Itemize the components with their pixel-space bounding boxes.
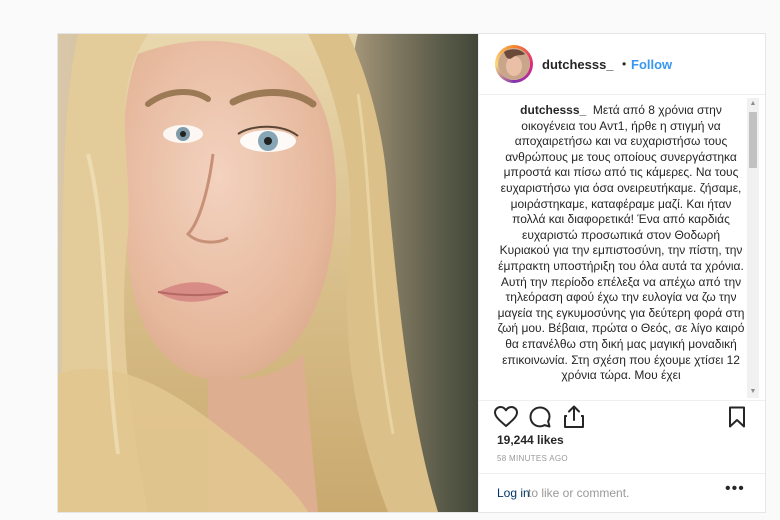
actions-divider	[479, 400, 765, 402]
scroll-up-arrow-icon[interactable]: ▲	[747, 98, 759, 110]
post-header: dutchesss_ • Follow	[479, 34, 765, 95]
share-icon[interactable]	[563, 405, 585, 429]
scrollbar-thumb[interactable]	[749, 112, 757, 168]
login-prompt-text: to like or comment.	[528, 486, 630, 500]
caption: dutchesss_ Μετά από 8 χρόνια στην οικογέ…	[496, 103, 746, 384]
header-username[interactable]: dutchesss_	[542, 57, 614, 72]
more-options-icon[interactable]: •••	[725, 480, 745, 498]
login-link[interactable]: Log in	[497, 486, 530, 500]
comment-icon[interactable]	[529, 406, 551, 428]
post-timestamp[interactable]: 58 MINUTES AGO	[497, 454, 568, 463]
avatar[interactable]	[495, 45, 533, 83]
likes-count[interactable]: 19,244 likes	[497, 433, 564, 447]
scroll-down-arrow-icon[interactable]: ▼	[747, 386, 759, 398]
post-sidebar: dutchesss_ • Follow dutchesss_ Μετά από …	[478, 34, 765, 512]
login-row: Log in to like or comment. •••	[479, 473, 765, 512]
bookmark-icon[interactable]	[728, 406, 746, 428]
separator-dot: •	[622, 57, 627, 71]
heart-icon[interactable]	[494, 406, 518, 428]
caption-text: Μετά από 8 χρόνια στην οικογένεια του Αν…	[497, 103, 745, 383]
follow-button[interactable]: Follow	[631, 57, 672, 72]
caption-username[interactable]: dutchesss_	[520, 103, 586, 117]
portrait-image	[58, 34, 478, 512]
instagram-post: dutchesss_ • Follow dutchesss_ Μετά από …	[57, 33, 766, 513]
caption-scrollbar[interactable]: ▲ ▼	[747, 98, 759, 398]
avatar-image	[498, 48, 530, 80]
caption-area[interactable]: dutchesss_ Μετά από 8 χρόνια στην οικογέ…	[496, 103, 746, 396]
post-photo[interactable]	[58, 34, 478, 512]
